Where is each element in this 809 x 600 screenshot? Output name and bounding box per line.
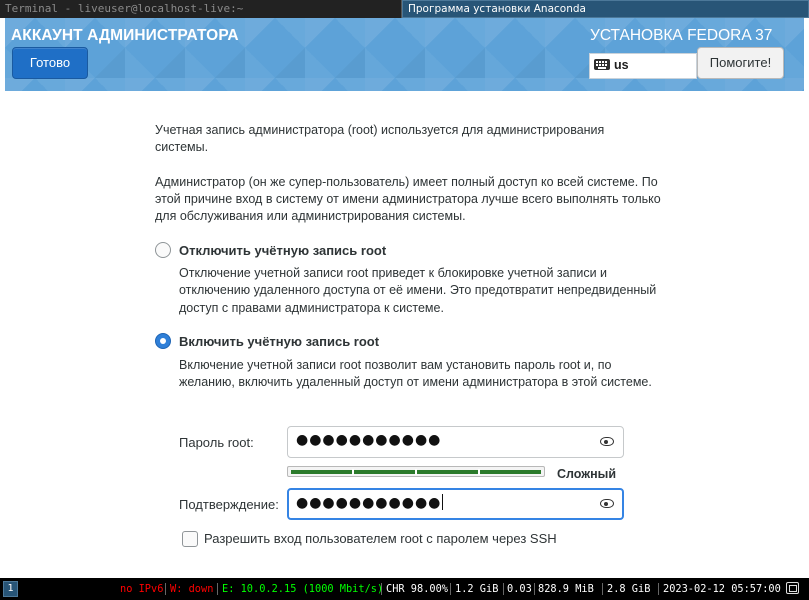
strength-segment-divider bbox=[352, 469, 354, 475]
confirm-password-dots: ●●●●●●●●●●● bbox=[296, 495, 442, 511]
show-password-icon[interactable] bbox=[600, 437, 614, 446]
root-password-field[interactable]: ●●●●●●●●●●● bbox=[287, 426, 624, 458]
disable-root-title[interactable]: Отключить учётную запись root bbox=[179, 243, 386, 258]
password-strength-label: Сложный bbox=[557, 467, 617, 481]
help-button[interactable]: Помогите! bbox=[697, 47, 784, 79]
strength-segment-divider bbox=[415, 469, 417, 475]
disable-root-radio[interactable] bbox=[155, 242, 171, 258]
chr-status: CHR 98.00% bbox=[386, 583, 448, 595]
status-separator bbox=[165, 583, 166, 595]
wifi-status: W: down bbox=[170, 583, 214, 595]
keyboard-icon bbox=[594, 59, 610, 70]
window-tab-bar: Terminal - liveuser@localhost-live:~ Про… bbox=[0, 0, 809, 18]
enable-root-radio[interactable] bbox=[155, 333, 171, 349]
memory-status: 828.9 MiB bbox=[538, 583, 594, 595]
confirm-password-field[interactable]: ●●●●●●●●●●● bbox=[287, 488, 624, 520]
root-password-label: Пароль root: bbox=[179, 435, 254, 450]
root-password-value: ●●●●●●●●●●● bbox=[296, 432, 442, 448]
status-separator bbox=[534, 583, 535, 595]
product-title: УСТАНОВКА FEDORA 37 bbox=[590, 27, 773, 44]
disable-root-description: Отключение учетной записи root приведет … bbox=[179, 266, 657, 315]
confirm-password-label: Подтверждение: bbox=[179, 497, 279, 512]
intro-text-2: Администратор (он же супер-пользователь)… bbox=[155, 175, 661, 223]
window-right-edge bbox=[804, 18, 809, 578]
status-separator bbox=[658, 583, 659, 595]
allow-root-ssh-label[interactable]: Разрешить вход пользователем root с паро… bbox=[204, 531, 557, 546]
page-title: АККАУНТ АДМИНИСТРАТОРА bbox=[11, 27, 239, 44]
status-separator bbox=[381, 583, 382, 595]
tab-anaconda-installer[interactable]: Программа установки Anaconda bbox=[402, 0, 809, 18]
root-account-form: Учетная запись администратора (root) исп… bbox=[5, 91, 804, 576]
keyboard-layout-indicator[interactable]: us bbox=[589, 53, 697, 79]
enable-root-description: Включение учетной записи root позволит в… bbox=[179, 358, 652, 390]
done-button[interactable]: Готово bbox=[12, 47, 88, 79]
keyboard-layout-label: us bbox=[614, 58, 629, 72]
status-separator bbox=[217, 583, 218, 595]
confirm-password-value: ●●●●●●●●●●● bbox=[296, 494, 444, 511]
intro-text-1: Учетная запись администратора (root) исп… bbox=[155, 123, 605, 154]
load-status: 0.03 bbox=[507, 583, 532, 595]
tray-window-icon[interactable] bbox=[786, 582, 799, 594]
workspace-button[interactable]: 1 bbox=[3, 581, 18, 597]
status-bar: 1 no IPv6 W: down E: 10.0.2.15 (1000 Mbi… bbox=[0, 578, 809, 600]
status-separator bbox=[602, 583, 603, 595]
strength-segment-divider bbox=[478, 469, 480, 475]
ethernet-status: E: 10.0.2.15 (1000 Mbit/s) bbox=[222, 583, 384, 595]
ipv6-status: no IPv6 bbox=[120, 583, 164, 595]
text-caret bbox=[442, 494, 444, 510]
status-separator bbox=[450, 583, 451, 595]
swap-status: 2.8 GiB bbox=[607, 583, 651, 595]
datetime-status: 2023-02-12 05:57:00 bbox=[663, 583, 781, 595]
password-strength-meter bbox=[287, 466, 545, 477]
disk-status: 1.2 GiB bbox=[455, 583, 499, 595]
tab-terminal[interactable]: Terminal - liveuser@localhost-live:~ bbox=[0, 0, 402, 18]
allow-root-ssh-checkbox[interactable] bbox=[182, 531, 198, 547]
enable-root-title[interactable]: Включить учётную запись root bbox=[179, 334, 379, 349]
spoke-header: АККАУНТ АДМИНИСТРАТОРА Готово УСТАНОВКА … bbox=[5, 18, 804, 91]
show-confirm-password-icon[interactable] bbox=[600, 499, 614, 508]
status-separator bbox=[503, 583, 504, 595]
